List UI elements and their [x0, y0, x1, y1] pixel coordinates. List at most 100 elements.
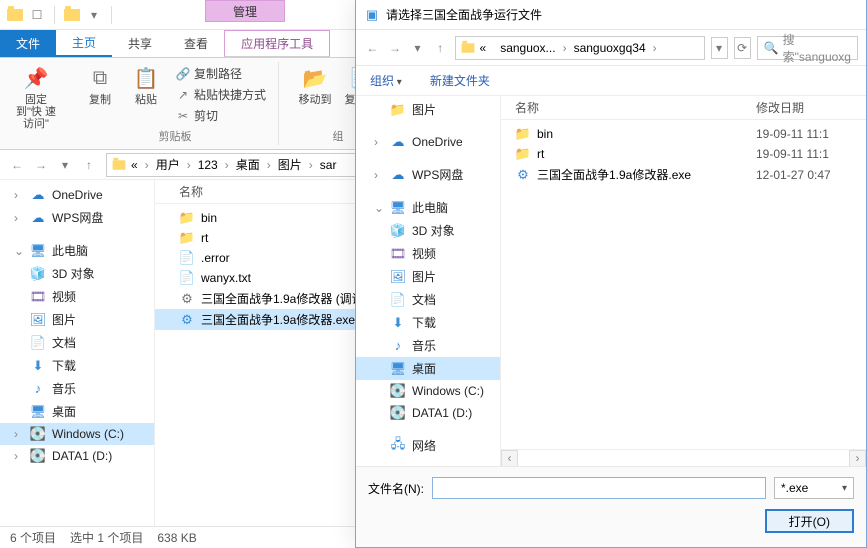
open-button[interactable]: 打开(O) — [765, 509, 854, 533]
file-name: rt — [537, 147, 544, 161]
pin-button[interactable]: 📌 固定到"快 速访问" — [16, 64, 56, 130]
chevron-down-icon[interactable]: ▾ — [85, 6, 103, 24]
breadcrumb-user[interactable]: 用户 — [156, 156, 180, 173]
breadcrumb-root[interactable]: « — [131, 158, 138, 172]
file-date: 19-09-11 11:1 — [756, 127, 866, 141]
nav-video[interactable]: 🎞视频 — [356, 242, 500, 265]
nav-downloads[interactable]: ⬇下载 — [356, 311, 500, 334]
status-selected: 选中 1 个项目 — [70, 529, 143, 546]
nav-pictures[interactable]: 📁图片 — [356, 98, 500, 121]
history-dropdown[interactable]: ▾ — [54, 154, 76, 176]
nav-network[interactable]: 🖧网络 — [356, 434, 500, 457]
nav-desktop[interactable]: 🖥桌面 — [0, 400, 154, 423]
tab-share[interactable]: 共享 — [112, 30, 168, 57]
filename-input[interactable] — [432, 477, 766, 499]
picture-icon: 🖼 — [390, 269, 406, 285]
col-name[interactable]: 名称 — [501, 99, 756, 116]
file-row[interactable]: ⚙三国全面战争1.9a修改器.exe12-01-27 0:47 — [501, 164, 866, 185]
paste-button[interactable]: 📋 粘贴 — [126, 64, 166, 106]
ribbon-group-clipboard: ⧉ 复制 📋 粘贴 🔗复制路径 ↗粘贴快捷方式 ✂剪切 剪贴板 — [72, 62, 279, 145]
cloud-icon: ☁ — [30, 187, 46, 203]
search-box[interactable]: 🔍 搜索"sanguoxg — [757, 36, 858, 60]
checkbox-icon[interactable]: ☐ — [28, 6, 46, 24]
copy-icon: ⧉ — [86, 64, 114, 92]
up-button[interactable]: ↑ — [432, 37, 449, 59]
up-button[interactable]: ↑ — [78, 154, 100, 176]
scroll-left-icon[interactable]: ‹ — [501, 450, 518, 467]
copy-button[interactable]: ⧉ 复制 — [80, 64, 120, 106]
file-icon: 📄 — [179, 250, 195, 266]
file-date: 12-01-27 0:47 — [756, 168, 866, 182]
nav-3d[interactable]: 🧊3D 对象 — [0, 262, 154, 285]
cut-button[interactable]: ✂剪切 — [172, 106, 270, 125]
nav-cdrive[interactable]: ›💽Windows (C:) — [0, 423, 154, 445]
folder-icon — [6, 6, 24, 24]
nav-wps[interactable]: ›☁WPS网盘 — [356, 163, 500, 186]
tab-app-tools[interactable]: 应用程序工具 — [224, 30, 330, 57]
history-dropdown[interactable]: ▾ — [409, 37, 426, 59]
breadcrumb-pics[interactable]: 图片 — [278, 156, 302, 173]
horizontal-scrollbar[interactable]: ‹ › — [501, 449, 866, 466]
tab-home[interactable]: 主页 — [56, 30, 112, 57]
back-button[interactable]: ← — [364, 37, 381, 59]
breadcrumb-desktop[interactable]: 桌面 — [236, 156, 260, 173]
dropdown-button[interactable]: ▾ — [711, 37, 728, 59]
organize-menu[interactable]: 组织 — [370, 72, 402, 89]
nav-onedrive[interactable]: ›☁OneDrive — [0, 184, 154, 206]
copy-path-button[interactable]: 🔗复制路径 — [172, 64, 270, 83]
nav-music[interactable]: ♪音乐 — [0, 377, 154, 400]
nav-pictures[interactable]: 🖼图片 — [0, 308, 154, 331]
app-icon: ▣ — [364, 7, 380, 23]
new-folder-button[interactable]: 新建文件夹 — [430, 72, 490, 89]
file-name: bin — [537, 127, 553, 141]
nav-wps[interactable]: ›☁WPS网盘 — [0, 206, 154, 229]
cloud-icon: ☁ — [390, 134, 406, 150]
nav-music[interactable]: ♪音乐 — [356, 334, 500, 357]
nav-video[interactable]: 🎞视频 — [0, 285, 154, 308]
shortcut-icon: ↗ — [176, 88, 190, 102]
move-to-button[interactable]: 📂 移动到 — [295, 64, 335, 106]
nav-ddrive[interactable]: 💽DATA1 (D:) — [356, 402, 500, 424]
filetype-filter[interactable]: *.exe — [774, 477, 854, 499]
back-button[interactable]: ← — [6, 154, 28, 176]
nav-docs[interactable]: 📄文档 — [356, 288, 500, 311]
nav-3d[interactable]: 🧊3D 对象 — [356, 219, 500, 242]
file-row[interactable]: 📁bin19-09-11 11:1 — [501, 124, 866, 144]
nav-pictures2[interactable]: 🖼图片 — [356, 265, 500, 288]
scroll-right-icon[interactable]: › — [849, 450, 866, 467]
dialog-file-list: 名称 修改日期 📁bin19-09-11 11:1📁rt19-09-11 11:… — [501, 96, 866, 466]
nav-downloads[interactable]: ⬇下载 — [0, 354, 154, 377]
tab-file[interactable]: 文件 — [0, 30, 56, 57]
col-date[interactable]: 修改日期 — [756, 99, 866, 116]
dialog-address-row: ← → ▾ ↑ « sanguox...› sanguoxgq34› ▾ ⟳ 🔍… — [356, 30, 866, 66]
file-name: wanyx.txt — [201, 271, 251, 285]
dialog-address-bar[interactable]: « sanguox...› sanguoxgq34› — [455, 36, 705, 60]
breadcrumb-tail[interactable]: sar — [320, 158, 337, 172]
forward-button[interactable]: → — [30, 154, 52, 176]
nav-cdrive[interactable]: 💽Windows (C:) — [356, 380, 500, 402]
gear-icon: ⚙ — [179, 312, 195, 328]
nav-docs[interactable]: 📄文档 — [0, 331, 154, 354]
file-row[interactable]: 📁rt19-09-11 11:1 — [501, 144, 866, 164]
breadcrumb-123[interactable]: 123 — [198, 158, 218, 172]
refresh-button[interactable]: ⟳ — [734, 37, 751, 59]
nav-desktop[interactable]: 🖥桌面 — [356, 357, 500, 380]
folder-icon — [461, 43, 474, 53]
separator — [54, 6, 55, 24]
paste-icon: 📋 — [132, 64, 160, 92]
breadcrumb-1[interactable]: sanguox... — [500, 41, 555, 55]
pc-icon: 🖥 — [390, 200, 406, 216]
exe-icon: ⚙ — [179, 291, 195, 307]
video-icon: 🎞 — [30, 289, 46, 305]
nav-thispc[interactable]: ⌄🖥此电脑 — [356, 196, 500, 219]
paste-shortcut-button[interactable]: ↗粘贴快捷方式 — [172, 85, 270, 104]
drive-icon: 💽 — [30, 426, 46, 442]
breadcrumb-2[interactable]: sanguoxgq34 — [574, 41, 646, 55]
nav-onedrive[interactable]: ›☁OneDrive — [356, 131, 500, 153]
nav-thispc[interactable]: ⌄🖥此电脑 — [0, 239, 154, 262]
folder-icon: 📁 — [179, 210, 195, 226]
dialog-nav-pane: 📁图片 ›☁OneDrive ›☁WPS网盘 ⌄🖥此电脑 🧊3D 对象 🎞视频 … — [356, 96, 501, 466]
nav-ddrive[interactable]: ›💽DATA1 (D:) — [0, 445, 154, 467]
forward-button[interactable]: → — [387, 37, 404, 59]
tab-view[interactable]: 查看 — [168, 30, 224, 57]
